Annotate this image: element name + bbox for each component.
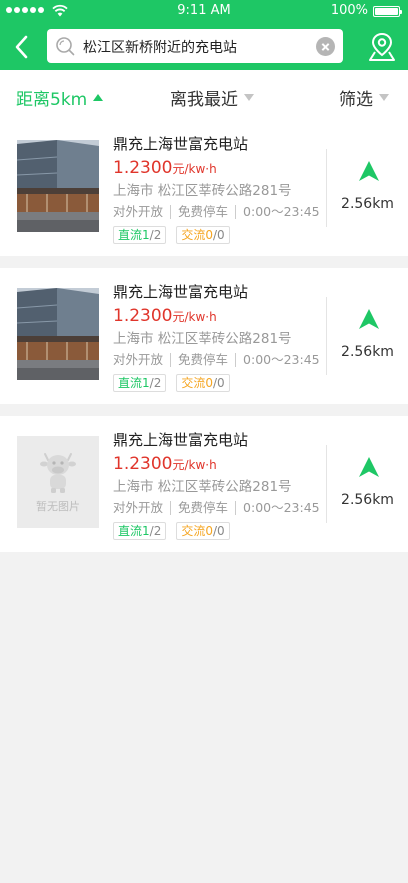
status-bar: 9:11 AM 100%	[0, 0, 408, 22]
dropdown-arrow-icon	[379, 94, 389, 101]
no-photo-placeholder: 暂无图片	[17, 436, 99, 528]
back-button[interactable]	[12, 33, 34, 61]
filter-nearest[interactable]: 离我最近	[170, 85, 254, 110]
station-info: 鼎充上海世富充电站 1.2300元/kw·h 上海市 松江区莘砖公路281号 对…	[113, 429, 323, 540]
filter-bar: 距离5km 离我最近 筛选	[0, 70, 408, 121]
parking-info: 免费停车	[178, 500, 229, 515]
divider	[326, 445, 327, 523]
charger-availability: 直流1/2 交流0/0	[113, 374, 323, 392]
station-name: 鼎充上海世富充电站	[113, 135, 249, 153]
station-tags: 对外开放 免费停车 0:00～23:45	[113, 499, 323, 517]
station-address: 上海市 松江区莘砖公路281号	[113, 479, 292, 495]
price-unit: 元/kw·h	[172, 310, 217, 324]
station-distance: 2.56km	[341, 492, 394, 508]
station-tags: 对外开放 免费停车 0:00～23:45	[113, 351, 323, 369]
station-card[interactable]: 鼎充上海世富充电站 1.2300元/kw·h 上海市 松江区莘砖公路281号 对…	[0, 268, 408, 404]
navigation-arrow-icon[interactable]	[358, 308, 380, 330]
price-unit: 元/kw·h	[172, 458, 217, 472]
filter-screen-label: 筛选	[339, 90, 373, 110]
station-photo	[17, 288, 99, 380]
no-photo-label: 暂无图片	[36, 500, 80, 513]
station-tags: 对外开放 免费停车 0:00～23:45	[113, 203, 323, 221]
search-query[interactable]: 松江区新桥附近的充电站	[83, 37, 237, 57]
navigation-arrow-icon[interactable]	[358, 160, 380, 182]
station-photo	[17, 140, 99, 232]
divider	[326, 297, 327, 375]
charger-availability: 直流1/2 交流0/0	[113, 226, 323, 244]
battery-icon	[373, 6, 402, 17]
opening-hours: 0:00～23:45	[243, 204, 320, 219]
parking-info: 免费停车	[178, 204, 229, 219]
dc-charger-badge: 直流1/2	[113, 522, 167, 540]
price-value: 1.2300	[113, 306, 173, 326]
ac-charger-badge: 交流0/0	[176, 522, 230, 540]
charger-availability: 直流1/2 交流0/0	[113, 522, 323, 540]
station-distance: 2.56km	[341, 196, 394, 212]
open-status: 对外开放	[113, 352, 164, 367]
station-distance: 2.56km	[341, 344, 394, 360]
station-price: 1.2300元/kw·h	[113, 453, 323, 475]
filter-distance-label: 距离5km	[16, 90, 88, 110]
dc-charger-badge: 直流1/2	[113, 226, 167, 244]
filter-screen[interactable]: 筛选	[339, 85, 389, 110]
station-card[interactable]: 暂无图片 鼎充上海世富充电站 1.2300元/kw·h 上海市 松江区莘砖公路2…	[0, 416, 408, 552]
filter-distance[interactable]: 距离5km	[16, 85, 104, 110]
open-status: 对外开放	[113, 204, 164, 219]
divider	[326, 149, 327, 227]
opening-hours: 0:00～23:45	[243, 352, 320, 367]
station-info: 鼎充上海世富充电站 1.2300元/kw·h 上海市 松江区莘砖公路281号 对…	[113, 281, 323, 392]
station-price: 1.2300元/kw·h	[113, 157, 323, 179]
filter-nearest-label: 离我最近	[170, 90, 238, 110]
station-card[interactable]: 鼎充上海世富充电站 1.2300元/kw·h 上海市 松江区莘砖公路281号 对…	[0, 120, 408, 256]
station-info: 鼎充上海世富充电站 1.2300元/kw·h 上海市 松江区莘砖公路281号 对…	[113, 133, 323, 244]
station-address: 上海市 松江区莘砖公路281号	[113, 331, 292, 347]
station-address: 上海市 松江区莘砖公路281号	[113, 183, 292, 199]
app-header: 9:11 AM 100% 松江区新桥附近的充电站	[0, 0, 408, 70]
dropdown-arrow-icon	[244, 94, 254, 101]
ac-charger-badge: 交流0/0	[176, 226, 230, 244]
ac-charger-badge: 交流0/0	[176, 374, 230, 392]
price-value: 1.2300	[113, 158, 173, 178]
price-unit: 元/kw·h	[172, 162, 217, 176]
search-icon	[56, 37, 75, 56]
price-value: 1.2300	[113, 454, 173, 474]
map-pin-icon[interactable]	[368, 32, 396, 62]
station-name: 鼎充上海世富充电站	[113, 283, 249, 301]
clear-search-button[interactable]	[316, 37, 335, 56]
station-name: 鼎充上海世富充电站	[113, 431, 249, 449]
opening-hours: 0:00～23:45	[243, 500, 320, 515]
dc-charger-badge: 直流1/2	[113, 374, 167, 392]
station-price: 1.2300元/kw·h	[113, 305, 323, 327]
navigation-arrow-icon[interactable]	[358, 456, 380, 478]
open-status: 对外开放	[113, 500, 164, 515]
search-input[interactable]: 松江区新桥附近的充电站	[47, 29, 343, 63]
battery-percentage: 100%	[330, 3, 368, 18]
cow-mascot-icon	[40, 453, 76, 493]
parking-info: 免费停车	[178, 352, 229, 367]
sort-up-icon	[93, 94, 104, 101]
